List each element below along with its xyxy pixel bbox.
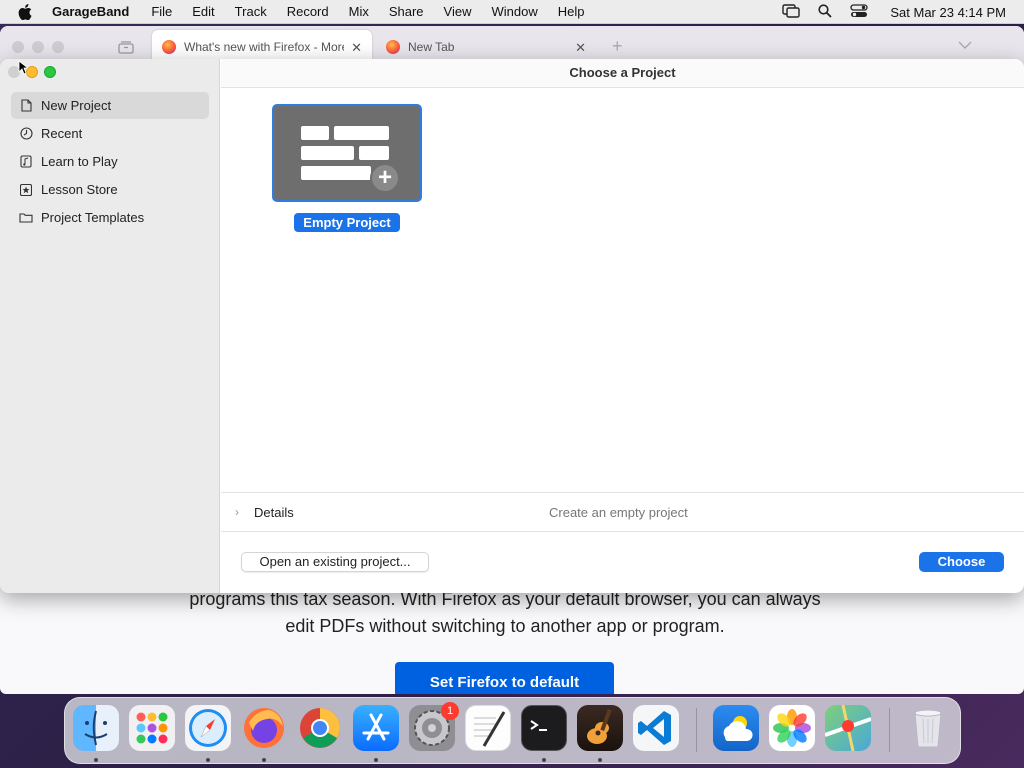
running-indicator <box>598 758 602 762</box>
settings-icon[interactable]: 1 <box>409 702 459 751</box>
running-indicator <box>542 758 546 762</box>
garageband-icon[interactable] <box>577 705 623 751</box>
running-indicator <box>374 758 378 762</box>
menu-window[interactable]: Window <box>492 4 538 19</box>
garageband-project-chooser: New Project Recent Learn to Play Lesson … <box>0 59 1024 593</box>
apple-menu-icon[interactable] <box>18 3 36 20</box>
menu-help[interactable]: Help <box>558 4 585 19</box>
firefox-minimize-button[interactable] <box>32 41 44 53</box>
running-indicator <box>94 758 98 762</box>
firefox-icon[interactable] <box>241 705 287 751</box>
open-existing-project-button[interactable]: Open an existing project... <box>241 552 429 572</box>
screen-mirroring-icon[interactable] <box>782 3 801 21</box>
menu-app-name[interactable]: GarageBand <box>52 4 129 19</box>
tile-block <box>359 146 389 160</box>
trash-icon[interactable] <box>905 705 951 751</box>
firefox-close-button[interactable] <box>12 41 24 53</box>
tab-title: What's new with Firefox - More <box>184 40 344 54</box>
weather-icon[interactable] <box>713 705 759 751</box>
notification-badge: 1 <box>441 702 459 720</box>
chrome-icon[interactable] <box>297 705 343 751</box>
sidebar-item-label: Recent <box>41 126 83 141</box>
photos-icon[interactable] <box>769 705 815 751</box>
menu-track[interactable]: Track <box>235 4 267 19</box>
tile-block <box>301 146 354 160</box>
menu-bar: GarageBand File Edit Track Record Mix Sh… <box>0 0 1024 24</box>
terminal-icon[interactable] <box>521 705 567 751</box>
star-icon <box>19 183 33 197</box>
choose-button[interactable]: Choose <box>919 552 1004 572</box>
mouse-cursor-icon <box>18 60 30 80</box>
tab-title: New Tab <box>408 40 455 54</box>
running-indicator <box>206 758 210 762</box>
running-indicator <box>262 758 266 762</box>
menu-share[interactable]: Share <box>389 4 424 19</box>
firefox-favicon-icon <box>162 40 176 54</box>
maps-icon[interactable] <box>824 704 872 752</box>
project-main-area: Choose a Project + Empty Project › Detai… <box>221 59 1024 593</box>
menu-clock[interactable]: Sat Mar 23 4:14 PM <box>890 5 1006 20</box>
garageband-zoom-button[interactable] <box>44 66 56 78</box>
sidebar-item-label: Lesson Store <box>41 182 118 197</box>
sidebar-item-recent[interactable]: Recent <box>11 120 209 147</box>
firefox-zoom-button[interactable] <box>52 41 64 53</box>
tab-close-icon[interactable]: ✕ <box>575 40 586 56</box>
clock-icon <box>19 127 33 141</box>
spotlight-search-icon[interactable] <box>818 3 833 21</box>
details-label: Details <box>254 504 294 520</box>
menu-record[interactable]: Record <box>287 4 329 19</box>
garageband-window-controls <box>8 66 56 78</box>
sidebar-item-learn-to-play[interactable]: Learn to Play <box>11 148 209 175</box>
menu-mix[interactable]: Mix <box>349 4 369 19</box>
window-title: Choose a Project <box>221 59 1024 88</box>
launchpad-icon[interactable] <box>129 705 175 751</box>
project-sidebar: New Project Recent Learn to Play Lesson … <box>0 59 220 593</box>
dock-separator <box>696 708 697 752</box>
sidebar-item-label: New Project <box>41 98 112 113</box>
tab-close-icon[interactable]: ✕ <box>351 40 362 56</box>
new-tab-plus-icon[interactable]: + <box>612 36 623 57</box>
safari-icon[interactable] <box>185 705 231 751</box>
sidebar-item-label: Learn to Play <box>41 154 118 169</box>
details-disclosure[interactable]: › Details Create an empty project <box>221 492 1024 532</box>
document-icon <box>19 99 33 113</box>
menu-edit[interactable]: Edit <box>192 4 214 19</box>
dock-separator <box>889 708 890 752</box>
dock: 1 <box>64 697 961 764</box>
sidebar-list: New Project Recent Learn to Play Lesson … <box>11 92 209 232</box>
chevron-right-icon[interactable]: › <box>235 505 247 519</box>
vscode-icon[interactable] <box>633 705 679 751</box>
firefox-page-text: programs this tax season. With Firefox a… <box>0 586 1010 640</box>
finder-icon[interactable] <box>73 705 119 751</box>
sidebar-item-lesson-store[interactable]: Lesson Store <box>11 176 209 203</box>
control-center-icon[interactable] <box>850 3 869 21</box>
folder-icon <box>19 211 33 225</box>
set-firefox-default-button[interactable]: Set Firefox to default <box>395 662 614 694</box>
menu-file[interactable]: File <box>151 4 172 19</box>
empty-project-label[interactable]: Empty Project <box>294 213 400 232</box>
tile-block <box>301 126 329 140</box>
app-store-icon[interactable] <box>353 705 399 751</box>
details-description: Create an empty project <box>549 504 688 520</box>
textedit-icon[interactable] <box>465 705 511 751</box>
firefox-window-controls <box>12 41 64 53</box>
menu-view[interactable]: View <box>444 4 472 19</box>
firefox-view-icon[interactable] <box>118 40 134 54</box>
sidebar-item-new-project[interactable]: New Project <box>11 92 209 119</box>
sidebar-item-project-templates[interactable]: Project Templates <box>11 204 209 231</box>
music-note-icon <box>19 155 33 169</box>
list-all-tabs-chevron-icon[interactable] <box>958 38 972 52</box>
firefox-page-line: edit PDFs without switching to another a… <box>285 616 725 636</box>
firefox-favicon-icon <box>386 40 400 54</box>
empty-project-tile[interactable]: + <box>272 104 422 202</box>
tile-block <box>301 166 371 180</box>
sidebar-item-label: Project Templates <box>41 210 145 225</box>
tile-block <box>334 126 389 140</box>
add-plus-icon: + <box>370 163 400 193</box>
